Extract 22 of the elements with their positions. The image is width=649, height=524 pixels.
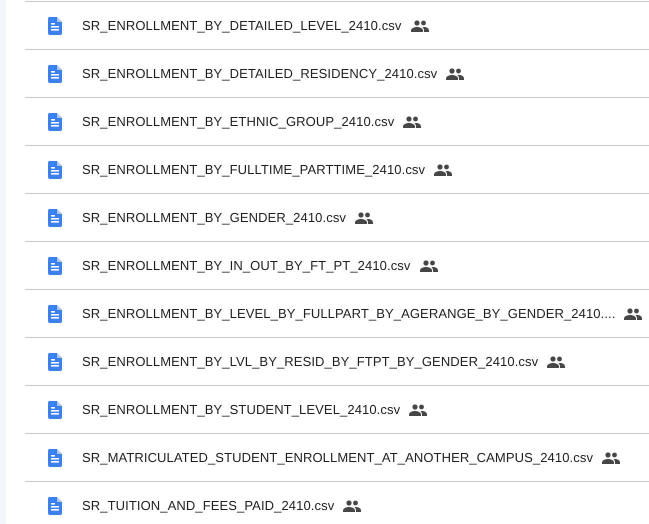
file-name[interactable]: SR_MATRICULATED_STUDENT_ENROLLMENT_AT_ANOTHER_CAMPUS_2410.csv bbox=[82, 450, 594, 465]
document-icon bbox=[47, 400, 63, 418]
document-icon bbox=[47, 112, 63, 130]
document-icon bbox=[47, 160, 63, 178]
document-icon bbox=[47, 256, 63, 274]
file-name[interactable]: SR_ENROLLMENT_BY_DETAILED_RESIDENCY_2410.csv bbox=[82, 66, 438, 81]
document-icon bbox=[47, 352, 63, 370]
file-name[interactable]: SR_ENROLLMENT_BY_STUDENT_LEVEL_2410.csv bbox=[82, 402, 400, 417]
document-icon bbox=[47, 208, 63, 226]
document-icon bbox=[47, 16, 63, 34]
file-name[interactable]: SR_ENROLLMENT_BY_LVL_BY_RESID_BY_FTPT_BY_GENDER_2410.csv bbox=[82, 354, 538, 369]
document-icon bbox=[47, 64, 63, 82]
file-name[interactable]: SR_ENROLLMENT_BY_IN_OUT_BY_FT_PT_2410.csv bbox=[82, 258, 410, 273]
file-name[interactable]: SR_ENROLLMENT_BY_ETHNIC_GROUP_2410.csv bbox=[82, 114, 394, 129]
document-icon bbox=[47, 496, 63, 514]
file-name[interactable]: SR_TUITION_AND_FEES_PAID_2410.csv bbox=[82, 498, 334, 513]
file-name[interactable]: SR_ENROLLMENT_BY_FULLTIME_PARTTIME_2410.csv bbox=[82, 162, 426, 177]
document-icon bbox=[47, 448, 63, 466]
file-name[interactable]: SR_ENROLLMENT_BY_DETAILED_LEVEL_2410.csv bbox=[82, 18, 402, 33]
file-name[interactable]: SR_ENROLLMENT_BY_LEVEL_BY_FULLPART_BY_AGERANGE_BY_GENDER_2410.... bbox=[82, 306, 616, 321]
file-name[interactable]: SR_ENROLLMENT_BY_GENDER_2410.csv bbox=[82, 210, 346, 225]
document-icon bbox=[47, 304, 63, 322]
